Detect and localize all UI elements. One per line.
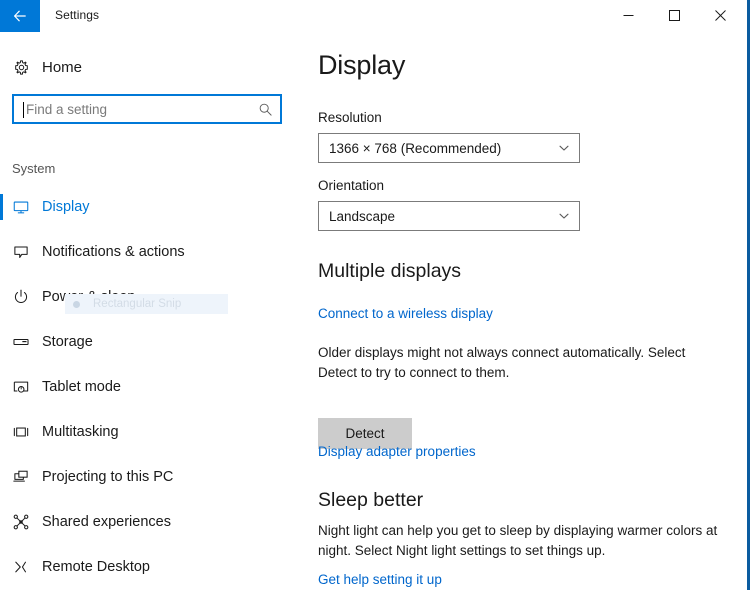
sidebar-item-label: Projecting to this PC xyxy=(42,468,174,485)
power-icon xyxy=(0,288,42,306)
sidebar: Home System xyxy=(0,32,300,590)
search-box[interactable] xyxy=(12,94,282,124)
maximize-icon xyxy=(668,10,680,21)
connect-wireless-display-link[interactable]: Connect to a wireless display xyxy=(318,306,493,321)
sidebar-item-label: Notifications & actions xyxy=(42,243,185,260)
app-title: Settings xyxy=(55,8,100,22)
notification-balloon-icon xyxy=(0,243,42,261)
projecting-icon xyxy=(0,468,42,486)
sidebar-item-notifications[interactable]: Notifications & actions xyxy=(0,229,300,274)
sidebar-item-power-sleep[interactable]: Power & sleep xyxy=(0,274,300,319)
minimize-button[interactable] xyxy=(605,0,651,31)
sleep-better-heading: Sleep better xyxy=(318,489,424,511)
close-icon xyxy=(714,10,726,21)
back-button[interactable] xyxy=(0,0,40,32)
search-input[interactable] xyxy=(14,101,250,117)
tablet-mode-icon xyxy=(0,378,42,396)
minimize-icon xyxy=(623,15,633,16)
shared-experiences-icon xyxy=(0,513,42,531)
storage-drive-icon xyxy=(0,333,42,351)
resolution-label: Resolution xyxy=(318,110,382,125)
title-bar: Settings xyxy=(0,0,747,32)
multitasking-icon xyxy=(0,423,42,441)
orientation-value: Landscape xyxy=(329,208,396,224)
gear-icon xyxy=(0,59,42,76)
page-title: Display xyxy=(318,50,406,80)
multiple-displays-description: Older displays might not always connect … xyxy=(318,345,686,380)
sidebar-item-projecting[interactable]: Projecting to this PC xyxy=(0,454,300,499)
settings-window: Settings Home Find a setting System Disp… xyxy=(0,0,750,590)
main-content: Display Resolution 1366 × 768 (Recommend… xyxy=(300,32,747,590)
sidebar-item-home-label: Home xyxy=(42,58,83,76)
display-adapter-properties-link[interactable]: Display adapter properties xyxy=(318,444,476,459)
chevron-down-icon xyxy=(549,142,579,154)
sidebar-item-label: Shared experiences xyxy=(42,513,171,530)
sidebar-item-storage[interactable]: Storage xyxy=(0,319,300,364)
sidebar-item-home[interactable]: Home xyxy=(0,50,300,84)
multiple-displays-heading: Multiple displays xyxy=(318,260,462,282)
sidebar-item-multitasking[interactable]: Multitasking xyxy=(0,409,300,454)
maximize-button[interactable] xyxy=(651,0,697,31)
sidebar-group-label: System xyxy=(12,161,56,176)
resolution-value: 1366 × 768 (Recommended) xyxy=(329,140,502,156)
sidebar-item-label: Multitasking xyxy=(42,423,119,440)
sidebar-item-display[interactable]: Display xyxy=(0,184,300,229)
resolution-dropdown[interactable]: 1366 × 768 (Recommended) xyxy=(318,133,580,163)
sidebar-item-label: Tablet mode xyxy=(42,378,121,395)
remote-desktop-icon xyxy=(0,558,42,576)
sidebar-item-label: Storage xyxy=(42,333,93,350)
sidebar-item-tablet-mode[interactable]: Tablet mode xyxy=(0,364,300,409)
sidebar-item-remote-desktop[interactable]: Remote Desktop xyxy=(0,544,300,589)
sidebar-nav-list: Display Notifications & actions Power & … xyxy=(0,184,300,589)
get-help-setting-up-link[interactable]: Get help setting it up xyxy=(318,572,442,587)
text-caret xyxy=(23,102,24,118)
orientation-label: Orientation xyxy=(318,178,385,193)
sidebar-item-label: Display xyxy=(42,198,90,215)
back-arrow-icon xyxy=(14,10,26,22)
orientation-dropdown[interactable]: Landscape xyxy=(318,201,580,231)
sleep-better-description: Night light can help you get to sleep by… xyxy=(318,523,718,558)
search-icon[interactable] xyxy=(250,102,280,117)
sidebar-item-label: Power & sleep xyxy=(42,288,136,305)
sidebar-item-label: Remote Desktop xyxy=(42,558,150,575)
monitor-icon xyxy=(0,198,42,216)
chevron-down-icon xyxy=(549,210,579,222)
close-button[interactable] xyxy=(697,0,743,31)
sidebar-item-shared-experiences[interactable]: Shared experiences xyxy=(0,499,300,544)
